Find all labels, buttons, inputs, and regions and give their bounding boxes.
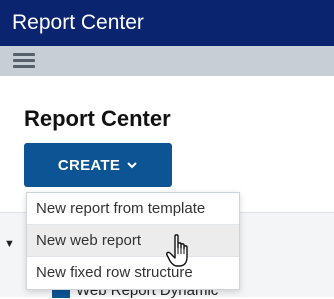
top-header-bar: Report Center xyxy=(0,0,334,46)
page-title: Report Center xyxy=(24,106,171,131)
menu-item-new-web-report[interactable]: New web report xyxy=(27,225,239,257)
toolbar xyxy=(0,46,334,76)
hand-pointer-cursor-icon xyxy=(166,234,188,267)
app-title: Report Center xyxy=(12,11,144,34)
menu-item-new-report-from-template[interactable]: New report from template xyxy=(27,193,239,225)
create-button[interactable]: CREATE xyxy=(24,143,172,187)
hamburger-menu-icon[interactable] xyxy=(13,53,35,69)
create-dropdown-menu: New report from template New web report … xyxy=(26,192,240,290)
menu-item-new-fixed-row-structure[interactable]: New fixed row structure xyxy=(27,257,239,289)
create-button-label: CREATE xyxy=(57,156,121,174)
chevron-down-icon xyxy=(127,162,137,169)
caret-down-icon[interactable]: ▼ xyxy=(4,238,15,250)
